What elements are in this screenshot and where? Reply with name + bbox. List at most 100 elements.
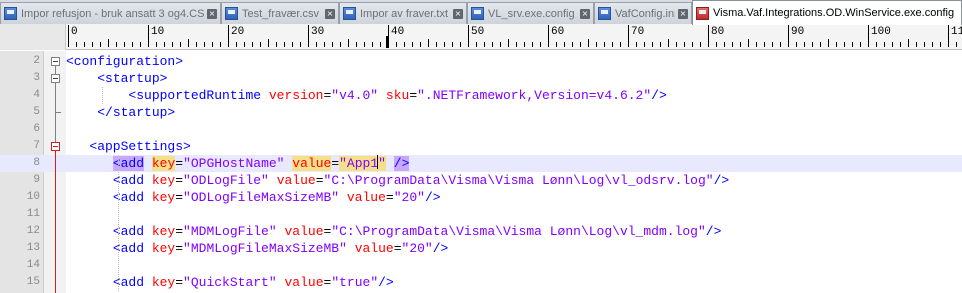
code-text[interactable]: <startup> [66,70,167,87]
ruler-tick [676,42,677,47]
code-line[interactable]: 15 <add key="QuickStart" value="true"/> [0,274,962,291]
ruler-tick [956,42,957,47]
code-line[interactable]: 3 <startup> [0,70,962,87]
fold-toggle-icon[interactable] [51,142,60,151]
code-editor[interactable]: 2 <configuration> 3 <startup> 4 <supportedR… [0,51,962,293]
tab-vafconfig-ini[interactable]: VafConfig.ini × [594,2,692,24]
code-token: = [175,241,184,256]
code-token: <startup> [97,71,168,86]
tab-impor-av-fraver[interactable]: Impor av fraver.txt × [339,2,467,24]
tab-impor-refusjon[interactable]: Impor refusjon - bruk ansatt 3 og4.CSV × [0,2,221,24]
code-line[interactable]: 6 [0,121,962,138]
ruler-tick [716,42,717,47]
tab-vl-srv-config[interactable]: VL_srv.exe.config × [467,2,594,24]
tab-bar: Impor refusjon - bruk ansatt 3 og4.CSV ×… [0,0,962,25]
ruler-tick [860,42,861,47]
ruler-tick [84,42,85,47]
code-token: /> [393,156,410,171]
code-token: /> [424,190,441,205]
code-token: = [175,173,184,188]
code-line[interactable]: 11 [0,206,962,223]
ruler-tick [468,25,469,47]
ruler-tick [700,42,701,47]
current-line[interactable]: 8 <add key="OPGHostName" value="App1" /> [0,155,962,172]
code-token: key [151,190,176,205]
ruler-tick [452,42,453,47]
close-icon[interactable]: × [580,8,590,19]
ruler-tick [484,42,485,47]
ruler-tick [268,39,269,47]
ruler-tick [148,25,149,47]
ruler-tick [836,42,837,47]
code-text[interactable]: <appSettings> [66,138,190,155]
file-icon [598,7,611,20]
code-line[interactable]: 14 [0,257,962,274]
fold-toggle-icon[interactable] [51,57,60,66]
fold-toggle-icon[interactable] [51,74,60,83]
ruler-tick [540,42,541,47]
ruler-tick [428,39,429,47]
ruler-tick [804,42,805,47]
ruler-tick [108,39,109,47]
close-icon[interactable]: × [453,8,463,19]
code-line[interactable]: 12 <add key="MDMLogFile" value="C:\Progr… [0,223,962,240]
ruler-tick [868,25,869,47]
ruler-label: 80 [711,26,725,38]
code-text[interactable]: <add key="MDMLogFile" value="C:\ProgramD… [66,223,722,240]
line-number: 4 [33,89,40,101]
ruler-tick [396,42,397,47]
code-line[interactable]: 5 </startup> [0,104,962,121]
ruler-tick [580,42,581,47]
code-text[interactable]: <supportedRuntime version="v4.0" sku=".N… [66,87,666,104]
code-line[interactable]: 10 <add key="ODLogFileMaxSizeMB" value="… [0,189,962,206]
close-icon[interactable]: × [207,8,217,19]
tab-winservice-config[interactable]: Visma.Vaf.Integrations.OD.WinService.exe… [692,0,962,25]
ruler-tick [604,42,605,47]
code-line[interactable]: 13 <add key="MDMLogFileMaxSizeMB" value=… [0,240,962,257]
code-line[interactable]: 7 <appSettings> [0,138,962,155]
ruler-tick [636,42,637,47]
ruler-tick [932,42,933,47]
ruler-label: 10 [151,26,165,38]
code-token: = [175,275,184,290]
line-number: 12 [26,225,40,237]
ruler-tick [324,42,325,47]
code-token: = [175,190,184,205]
ruler-tick [228,25,229,47]
ruler-tick [500,42,501,47]
code-line[interactable]: 2 <configuration> [0,53,962,70]
code-text[interactable]: </startup> [66,104,175,121]
code-token: <configuration> [66,54,184,69]
ruler-tick [556,42,557,47]
ruler-tick [876,42,877,47]
code-text[interactable]: <add key="ODLogFileMaxSizeMB" value="20"… [66,189,441,206]
code-token: key [151,156,176,171]
code-token: value [346,190,386,205]
ruler-tick [364,42,365,47]
code-token: = [331,156,340,171]
ruler-tick [68,25,69,47]
code-text[interactable]: <configuration> [66,53,183,70]
code-text[interactable]: <add key="ODLogFile" value="C:\ProgramDa… [66,172,729,189]
code-text[interactable]: <add key="MDMLogFileMaxSizeMB" value="20… [66,240,449,257]
ruler-tick [116,42,117,47]
ruler-tick [684,42,685,47]
line-number: 6 [33,123,40,135]
ruler-tick [444,42,445,47]
ruler-label: 40 [391,26,405,38]
ruler-tick [460,42,461,47]
close-icon[interactable]: × [678,8,688,19]
ruler-tick [772,42,773,47]
ruler-label: 90 [791,26,805,38]
tab-test-fravaer[interactable]: Test_fravær.csv × [221,2,339,24]
code-text[interactable]: <add key="QuickStart" value="true"/> [66,274,394,291]
code-line[interactable]: 9 <add key="ODLogFile" value="C:\Program… [0,172,962,189]
code-line[interactable]: 4 <supportedRuntime version="v4.0" sku="… [0,87,962,104]
code-token: </startup> [97,105,176,120]
close-icon[interactable]: × [325,8,335,19]
